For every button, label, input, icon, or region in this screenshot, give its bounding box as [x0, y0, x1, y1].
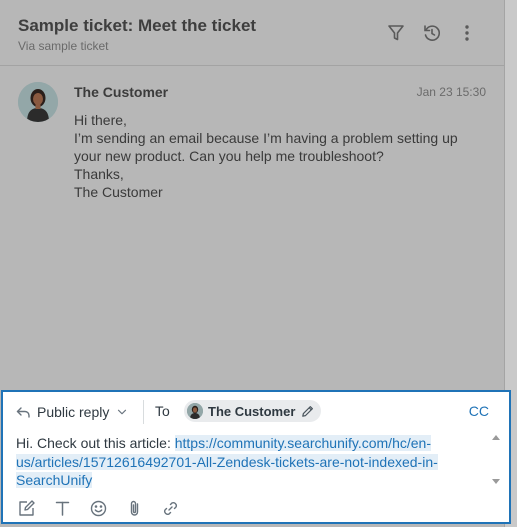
ticket-channel: Via sample ticket [18, 39, 109, 53]
message-line: your new product. Can you help me troubl… [74, 148, 384, 164]
to-label: To [155, 403, 170, 419]
emoji-icon[interactable] [89, 499, 108, 518]
more-vertical-icon[interactable] [456, 22, 478, 44]
attachment-icon[interactable] [125, 499, 144, 518]
cc-button[interactable]: CC [469, 403, 489, 419]
edit-pencil-icon[interactable] [300, 404, 315, 419]
history-icon[interactable] [421, 22, 443, 44]
recipient-avatar [187, 403, 203, 419]
message-line: I’m sending an email because I’m having … [74, 130, 458, 146]
reply-arrow-icon [16, 407, 30, 418]
message-timestamp: Jan 23 15:30 [416, 85, 486, 99]
reply-type-dropdown[interactable]: Public reply [15, 401, 129, 423]
reply-composer[interactable]: Public reply To The Customer CC Hi. Chec… [1, 390, 511, 524]
ticket-header: Sample ticket: Meet the ticket Via sampl… [0, 0, 504, 66]
recipient-name: The Customer [208, 403, 296, 419]
chevron-down-icon [118, 409, 127, 415]
message-line: Thanks, [74, 166, 124, 182]
ticket-title: Sample ticket: Meet the ticket [18, 16, 257, 35]
reply-scrollbar[interactable] [491, 433, 501, 488]
reply-text-area[interactable]: Hi. Check out this article: https://comm… [16, 434, 481, 490]
message-body: Hi there, I’m sending an email because I… [74, 111, 484, 201]
reply-type-label: Public reply [37, 404, 110, 420]
customer-avatar [18, 82, 58, 122]
reply-text: Hi. Check out this article: [16, 435, 175, 451]
recipient-chip[interactable]: The Customer [184, 400, 322, 422]
filter-icon[interactable] [385, 22, 407, 44]
link-icon[interactable] [161, 499, 180, 518]
message-author: The Customer [74, 84, 169, 100]
customer-message: The Customer Jan 23 15:30 Hi there, I’m … [0, 66, 504, 390]
scroll-up-arrow[interactable] [492, 435, 500, 440]
composer-toolbar [17, 499, 180, 518]
compose-icon[interactable] [17, 499, 36, 518]
message-line: Hi there, [74, 112, 127, 128]
text-format-icon[interactable] [53, 499, 72, 518]
scroll-down-arrow[interactable] [492, 479, 500, 484]
divider [143, 400, 144, 424]
message-line: The Customer [74, 184, 163, 200]
